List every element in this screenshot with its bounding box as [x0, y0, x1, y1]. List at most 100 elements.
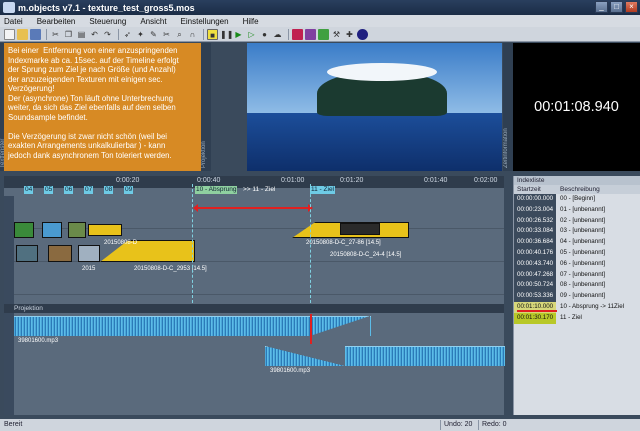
play-icon[interactable]: ▶	[233, 29, 244, 40]
image-clip[interactable]	[48, 245, 72, 262]
window-title: m.objects v7.1 - texture_test_gross5.mos	[18, 2, 195, 13]
index-marker[interactable]: 04	[24, 186, 34, 194]
index-desc: 07 - [unbenannt]	[560, 270, 606, 278]
selection-underline	[517, 310, 557, 312]
grid-icon[interactable]	[318, 28, 329, 40]
clip-label: 20150808-D-C_27-86 [14.5]	[306, 240, 381, 246]
minimize-button[interactable]: _	[595, 1, 608, 13]
image-clip[interactable]	[42, 222, 62, 238]
index-desc: 05 - [unbenannt]	[560, 248, 606, 256]
index-time: 00:00:33.084	[514, 226, 556, 238]
play-forward-icon[interactable]: ▷	[246, 29, 257, 40]
index-row[interactable]: 00:00:33.084 03 - [unbenannt]	[514, 226, 640, 238]
index-desc: 03 - [unbenannt]	[560, 227, 606, 235]
scissors-icon[interactable]: ✂	[161, 29, 172, 40]
index-row[interactable]: 00:01:30.170 11 - Ziel	[514, 312, 640, 324]
title-bar: m.objects v7.1 - texture_test_gross5.mos…	[0, 0, 640, 15]
menu-hilfe[interactable]: Hilfe	[243, 17, 259, 26]
active-marker[interactable]: 10 - Absprung	[195, 186, 238, 194]
ruler-tick: 0:00:20	[116, 177, 140, 184]
image-clip[interactable]	[88, 224, 122, 236]
index-row[interactable]: 00:00:47.268 07 - [unbenannt]	[514, 269, 640, 281]
index-row[interactable]: 00:00:23.004 01 - [unbenannt]	[514, 204, 640, 216]
redo-icon[interactable]: ↷	[102, 29, 113, 40]
zoom-icon[interactable]: ⌕	[174, 29, 185, 40]
menu-ansicht[interactable]: Ansicht	[140, 17, 166, 26]
index-desc: 09 - [unbenannt]	[560, 292, 606, 300]
image-clip[interactable]	[78, 245, 100, 262]
maximize-button[interactable]: □	[610, 1, 623, 13]
index-row[interactable]: 00:00:00.000 00 - [Beginn]	[514, 194, 640, 205]
index-marker[interactable]: 09	[124, 186, 134, 194]
copy-icon[interactable]: ❐	[63, 29, 74, 40]
wand-icon[interactable]: ✦	[135, 29, 146, 40]
image-clip[interactable]	[14, 222, 34, 238]
monitor-icon[interactable]	[305, 28, 316, 40]
tools-icon[interactable]: ⚒	[331, 29, 342, 40]
col-beschreibung[interactable]: Beschreibung	[556, 185, 600, 194]
clip-label: 20150808-D	[104, 240, 138, 246]
projection-track-header[interactable]: Projektion	[4, 304, 504, 313]
index-time: 00:00:23.004	[514, 204, 556, 216]
undo-icon[interactable]: ↶	[89, 29, 100, 40]
save-icon[interactable]	[30, 28, 41, 40]
cloud	[327, 63, 437, 81]
index-time: 00:00:00.000	[514, 194, 556, 205]
image-clip[interactable]	[340, 223, 380, 235]
new-file-icon[interactable]	[4, 28, 15, 40]
col-startzeit[interactable]: Startzeit	[514, 185, 556, 194]
menu-einstellungen[interactable]: Einstellungen	[181, 17, 229, 26]
index-row[interactable]: 00:00:26.532 02 - [unbenannt]	[514, 215, 640, 227]
target-marker[interactable]: 11 - Ziel	[310, 186, 335, 194]
index-row[interactable]: 00:00:43.740 06 - [unbenannt]	[514, 258, 640, 270]
index-time: 00:00:26.532	[514, 215, 556, 227]
close-button[interactable]: ×	[625, 1, 638, 13]
status-ready: Bereit	[4, 421, 23, 428]
projektion-label: Projektion	[201, 43, 211, 171]
pen-icon[interactable]: ✎	[148, 29, 159, 40]
globe-icon[interactable]	[357, 28, 368, 40]
clip-label: 2015	[82, 266, 96, 272]
index-time: 00:00:50.724	[514, 280, 556, 292]
audio-track-header[interactable]	[4, 313, 14, 415]
open-folder-icon[interactable]	[17, 28, 28, 40]
wrench-icon[interactable]: ✚	[344, 29, 355, 40]
screen-icon[interactable]	[292, 28, 303, 40]
pointer-icon[interactable]: ➶	[122, 29, 133, 40]
marker-strip: 04 05 06 07 08 09 10 - Absprung >> 11 - …	[4, 184, 504, 194]
index-row[interactable]: 00:00:36.684 04 - [unbenannt]	[514, 237, 640, 248]
fade-out	[310, 316, 370, 336]
index-row[interactable]: 00:00:50.724 08 - [unbenannt]	[514, 280, 640, 292]
status-bar: Bereit Undo: 20 Redo: 0	[0, 419, 640, 431]
magnet-icon[interactable]: ∩	[187, 29, 198, 40]
sea	[247, 113, 502, 171]
comment-icon[interactable]: ☁	[272, 29, 283, 40]
track-header[interactable]	[4, 196, 14, 304]
text-panel: Bei einer Entfernung von einer anzusprin…	[4, 43, 201, 171]
paste-icon[interactable]: ▤	[76, 29, 87, 40]
menu-steuerung[interactable]: Steuerung	[89, 17, 126, 26]
pause-icon[interactable]: ❚❚	[220, 29, 233, 40]
index-row[interactable]: 00:00:40.176 05 - [unbenannt]	[514, 247, 640, 259]
menu-bearbeiten[interactable]: Bearbeiten	[37, 17, 76, 26]
image-clip[interactable]	[16, 245, 38, 262]
index-time: 00:01:30.170	[514, 312, 556, 324]
stop-icon[interactable]: ■	[207, 28, 218, 40]
index-desc: 08 - [unbenannt]	[560, 281, 606, 289]
index-marker[interactable]: 07	[84, 186, 94, 194]
timecode-display: 00:01:08.940	[513, 43, 640, 171]
index-marker[interactable]: 06	[64, 186, 74, 194]
record-icon[interactable]: ●	[259, 29, 270, 40]
menu-datei[interactable]: Datei	[4, 17, 23, 26]
index-time: 00:00:36.684	[514, 237, 556, 248]
index-desc: 02 - [unbenannt]	[560, 216, 606, 224]
image-clip[interactable]	[68, 222, 86, 238]
cut-icon[interactable]: ✂	[50, 29, 61, 40]
index-time: 00:00:47.268	[514, 269, 556, 281]
status-redo: Redo: 0	[478, 420, 507, 430]
index-row[interactable]: 00:00:53.336 09 - [unbenannt]	[514, 291, 640, 302]
menu-bar: Datei Bearbeiten Steuerung Ansicht Einst…	[0, 15, 640, 27]
index-marker[interactable]: 05	[44, 186, 54, 194]
index-marker[interactable]: 08	[104, 186, 114, 194]
projection-preview	[247, 43, 502, 171]
